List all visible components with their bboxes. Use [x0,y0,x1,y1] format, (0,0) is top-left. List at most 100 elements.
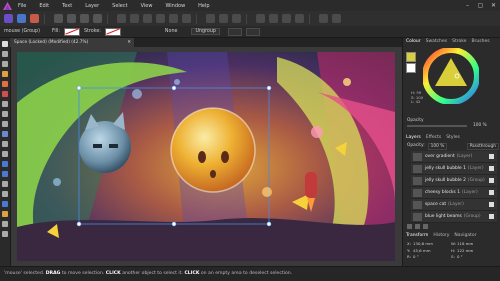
tab-navigator[interactable]: Navigator [454,233,476,238]
align-right-icon[interactable] [143,14,152,23]
tab-styles[interactable]: Styles [446,135,460,140]
add-group-icon[interactable] [415,224,420,229]
align-top-icon[interactable] [156,14,165,23]
tab-layers[interactable]: Layers [406,135,421,140]
view-mode-icon[interactable] [332,14,341,23]
layer-row[interactable]: jelly skull bubble 2 (Group) [411,175,497,187]
document-setup-icon[interactable] [54,14,63,23]
stroke-width-value[interactable]: None [165,29,178,34]
ungroup-button[interactable]: Ungroup [191,28,220,35]
visibility-checkbox[interactable] [489,214,494,219]
pixel-persona-icon[interactable] [17,14,26,23]
brush-tool-icon[interactable] [2,91,8,97]
color-picker-tool-icon[interactable] [2,211,8,217]
tab-colour[interactable]: Colour [406,39,421,44]
document-tab[interactable]: Space (Locked) (Modified) (42.7%) ✕ [10,38,134,47]
tab-transform[interactable]: Transform [406,233,428,238]
crop-tool-icon[interactable] [2,121,8,127]
view-tool-icon[interactable] [2,231,8,237]
align-bottom-icon[interactable] [182,14,191,23]
ellipse-tool-icon[interactable] [2,151,8,157]
boolean-divide-icon[interactable] [295,14,304,23]
visibility-checkbox[interactable] [489,190,494,195]
pencil-tool-icon[interactable] [2,81,8,87]
order-front-icon[interactable] [93,14,102,23]
space-illustration[interactable] [17,52,395,261]
layer-row[interactable]: space cat (Layer) [411,199,497,211]
menu-edit[interactable]: Edit [39,3,49,9]
blend-mode-select[interactable]: Passthrough [466,143,499,150]
context-option-icon[interactable] [227,27,242,36]
artboard-tool-icon[interactable] [2,61,8,67]
menu-window[interactable]: Window [165,3,185,9]
menu-layer[interactable]: Layer [85,3,99,9]
visibility-checkbox[interactable] [489,178,494,183]
selection-handle[interactable] [266,221,272,227]
text-tool-icon[interactable] [2,181,8,187]
designer-persona-icon[interactable] [4,14,13,23]
layer-opacity-value[interactable]: 100 % [427,143,448,150]
selection-handle[interactable] [76,221,82,227]
boolean-subtract-icon[interactable] [269,14,278,23]
menu-file[interactable]: File [18,3,26,9]
triangle-tool-icon[interactable] [2,171,8,177]
context-option-icon[interactable] [245,27,260,36]
align-center-icon[interactable] [130,14,139,23]
pen-tool-icon[interactable] [2,71,8,77]
tab-stroke[interactable]: Stroke [452,39,466,44]
boolean-add-icon[interactable] [256,14,265,23]
s-field[interactable]: 0 ° [457,254,463,261]
layer-row[interactable]: jelly skull bubble 1 (Layer) [411,163,497,175]
selection-handle[interactable] [266,85,272,91]
tab-swatches[interactable]: Swatches [426,39,448,44]
visibility-checkbox[interactable] [489,154,494,159]
shape-tool-icon[interactable] [2,161,8,167]
order-back-icon[interactable] [80,14,89,23]
close-icon[interactable]: ✕ [487,2,500,9]
saturation-triangle[interactable] [435,58,467,86]
rotate-icon[interactable] [232,14,241,23]
tab-brushes[interactable]: Brushes [471,39,489,44]
color-wheel[interactable] [423,48,479,104]
menu-view[interactable]: View [141,3,153,9]
move-tool-icon[interactable] [2,41,8,47]
assistant-icon[interactable] [319,14,328,23]
align-middle-icon[interactable] [169,14,178,23]
transparency-tool-icon[interactable] [2,111,8,117]
maximize-icon[interactable]: ▢ [474,2,487,9]
artwork-canvas[interactable] [17,52,395,261]
color-opacity-value[interactable]: 100 % [473,123,487,128]
tab-history[interactable]: History [433,233,449,238]
menu-text[interactable]: Text [62,3,72,9]
layer-row[interactable]: cheesy blocks 1 (Layer) [411,187,497,199]
frame-text-tool-icon[interactable] [2,191,8,197]
layer-row[interactable]: over gradient (Layer) [411,151,497,163]
snapping-icon[interactable] [67,14,76,23]
menu-help[interactable]: Help [198,3,209,9]
visibility-checkbox[interactable] [489,166,494,171]
flip-horizontal-icon[interactable] [206,14,215,23]
fill-tool-icon[interactable] [2,101,8,107]
selection-handle[interactable] [171,85,177,91]
fill-swatch[interactable] [64,27,81,36]
vector-brush-tool-icon[interactable] [2,201,8,207]
menu-select[interactable]: Select [112,3,127,9]
boolean-intersect-icon[interactable] [282,14,291,23]
layer-row[interactable]: blue light beams (Group) [411,211,497,223]
secondary-color-swatch[interactable] [406,63,416,73]
stroke-swatch[interactable] [104,27,121,36]
zoom-tool-icon[interactable] [2,221,8,227]
minimize-icon[interactable]: – [461,2,474,9]
tab-effects[interactable]: Effects [426,135,441,140]
delete-layer-icon[interactable] [423,224,428,229]
align-left-icon[interactable] [117,14,126,23]
visibility-checkbox[interactable] [489,202,494,207]
place-tool-icon[interactable] [2,131,8,137]
close-tab-icon[interactable]: ✕ [127,38,131,47]
flip-vertical-icon[interactable] [219,14,228,23]
node-tool-icon[interactable] [2,51,8,57]
selection-handle[interactable] [171,221,177,227]
r-field[interactable]: 0 ° [413,254,451,261]
current-color-swatch[interactable] [406,52,416,62]
add-layer-icon[interactable] [407,224,412,229]
